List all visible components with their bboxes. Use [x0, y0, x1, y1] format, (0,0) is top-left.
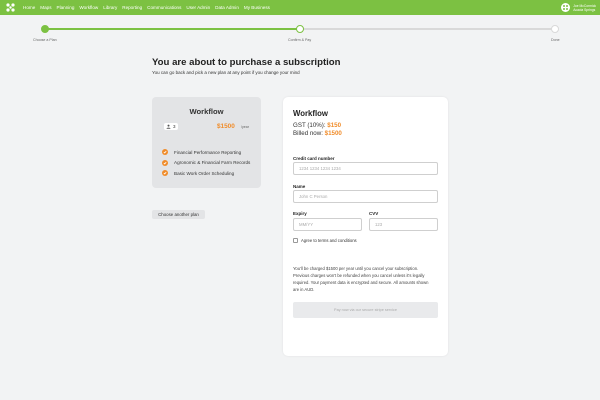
nav-item-home[interactable]: Home	[23, 5, 35, 10]
nav-item-user-admin[interactable]: User Admin	[186, 5, 210, 10]
seat-count-badge: 3	[164, 123, 178, 130]
pay-now-button[interactable]: Pay now via our secure stripe service	[293, 302, 438, 318]
nav-item-data-admin[interactable]: Data Admin	[215, 5, 239, 10]
terms-checkbox[interactable]	[293, 238, 298, 243]
feature-item: Agronomic & Financial Farm Records	[162, 158, 250, 169]
gst-line: GST (10%): $150	[293, 122, 341, 129]
feature-item: Basic Work Order Scheduling	[162, 168, 250, 179]
cvv-label: CVV	[369, 211, 379, 216]
step-label-done: Done	[551, 38, 560, 42]
billed-now-line: Billed now: $1500	[293, 130, 342, 137]
seat-count: 3	[173, 124, 176, 129]
user-avatar	[561, 3, 571, 12]
plan-name: Workflow	[189, 107, 224, 116]
nav-item-my-business[interactable]: My Business	[244, 5, 270, 10]
gst-value: $150	[327, 122, 342, 129]
user-menu[interactable]: Joe McCormick Acacia Springs	[561, 2, 596, 13]
step-label-choose-plan: Choose a Plan	[33, 38, 57, 42]
nav-item-maps[interactable]: Maps	[40, 5, 51, 10]
feature-label: Financial Performance Reporting	[174, 149, 242, 155]
progress-stepper: Choose a Plan Confirm & Pay Done	[0, 18, 600, 46]
name-label: Name	[293, 184, 306, 189]
step-dot-done	[551, 25, 559, 33]
nav-item-reporting[interactable]: Reporting	[122, 5, 142, 10]
page-title: You are about to purchase a subscription	[152, 57, 341, 68]
nav-item-planning[interactable]: Planning	[57, 5, 75, 10]
user-name: Joe McCormick	[573, 3, 596, 8]
check-icon	[162, 149, 168, 156]
app-logo-icon[interactable]	[3, 0, 19, 15]
user-logo-icon	[563, 5, 569, 10]
user-business: Acacia Springs	[573, 7, 596, 12]
top-nav-bar: Home Maps Planning Workflow Library Repo…	[0, 0, 600, 15]
step-dot-choose-plan	[41, 25, 49, 33]
plan-period: /year	[241, 125, 249, 129]
billed-value: $1500	[324, 130, 342, 137]
step-label-confirm-pay: Confirm & Pay	[288, 38, 312, 42]
terms-label[interactable]: Agree to terms and conditions	[301, 238, 357, 243]
terms-row[interactable]: Agree to terms and conditions	[293, 238, 357, 243]
stepper-progress	[45, 28, 300, 30]
nav-item-communications[interactable]: Communications	[147, 5, 181, 10]
check-icon	[162, 159, 168, 166]
feature-item: Financial Performance Reporting	[162, 147, 250, 158]
check-icon	[162, 170, 168, 177]
user-info: Joe McCormick Acacia Springs	[573, 4, 596, 12]
billed-label: Billed now:	[293, 130, 323, 137]
users-icon	[166, 124, 171, 129]
billing-notice: You'll be charged $1500 per year until y…	[293, 266, 429, 292]
expiry-label: Expiry	[293, 211, 307, 216]
plan-price: $1500	[217, 123, 235, 130]
card-number-label: Credit card number	[293, 156, 335, 161]
page-subtitle: You can go back and pick a new plan at a…	[152, 70, 300, 75]
payment-plan-title: Workflow	[293, 109, 328, 118]
expiry-input[interactable]	[293, 218, 362, 231]
nav-item-library[interactable]: Library	[103, 5, 117, 10]
name-input[interactable]	[293, 190, 438, 203]
gst-label: GST (10%):	[293, 122, 326, 129]
nav-item-workflow[interactable]: Workflow	[79, 5, 98, 10]
feature-label: Agronomic & Financial Farm Records	[174, 160, 251, 166]
feature-list: Financial Performance Reporting Agronomi…	[162, 147, 250, 179]
feature-label: Basic Work Order Scheduling	[174, 170, 235, 176]
cvv-input[interactable]	[369, 218, 438, 231]
step-dot-confirm-pay	[296, 25, 304, 33]
choose-another-plan-button[interactable]: Choose another plan	[152, 210, 205, 219]
card-number-input[interactable]	[293, 162, 438, 175]
